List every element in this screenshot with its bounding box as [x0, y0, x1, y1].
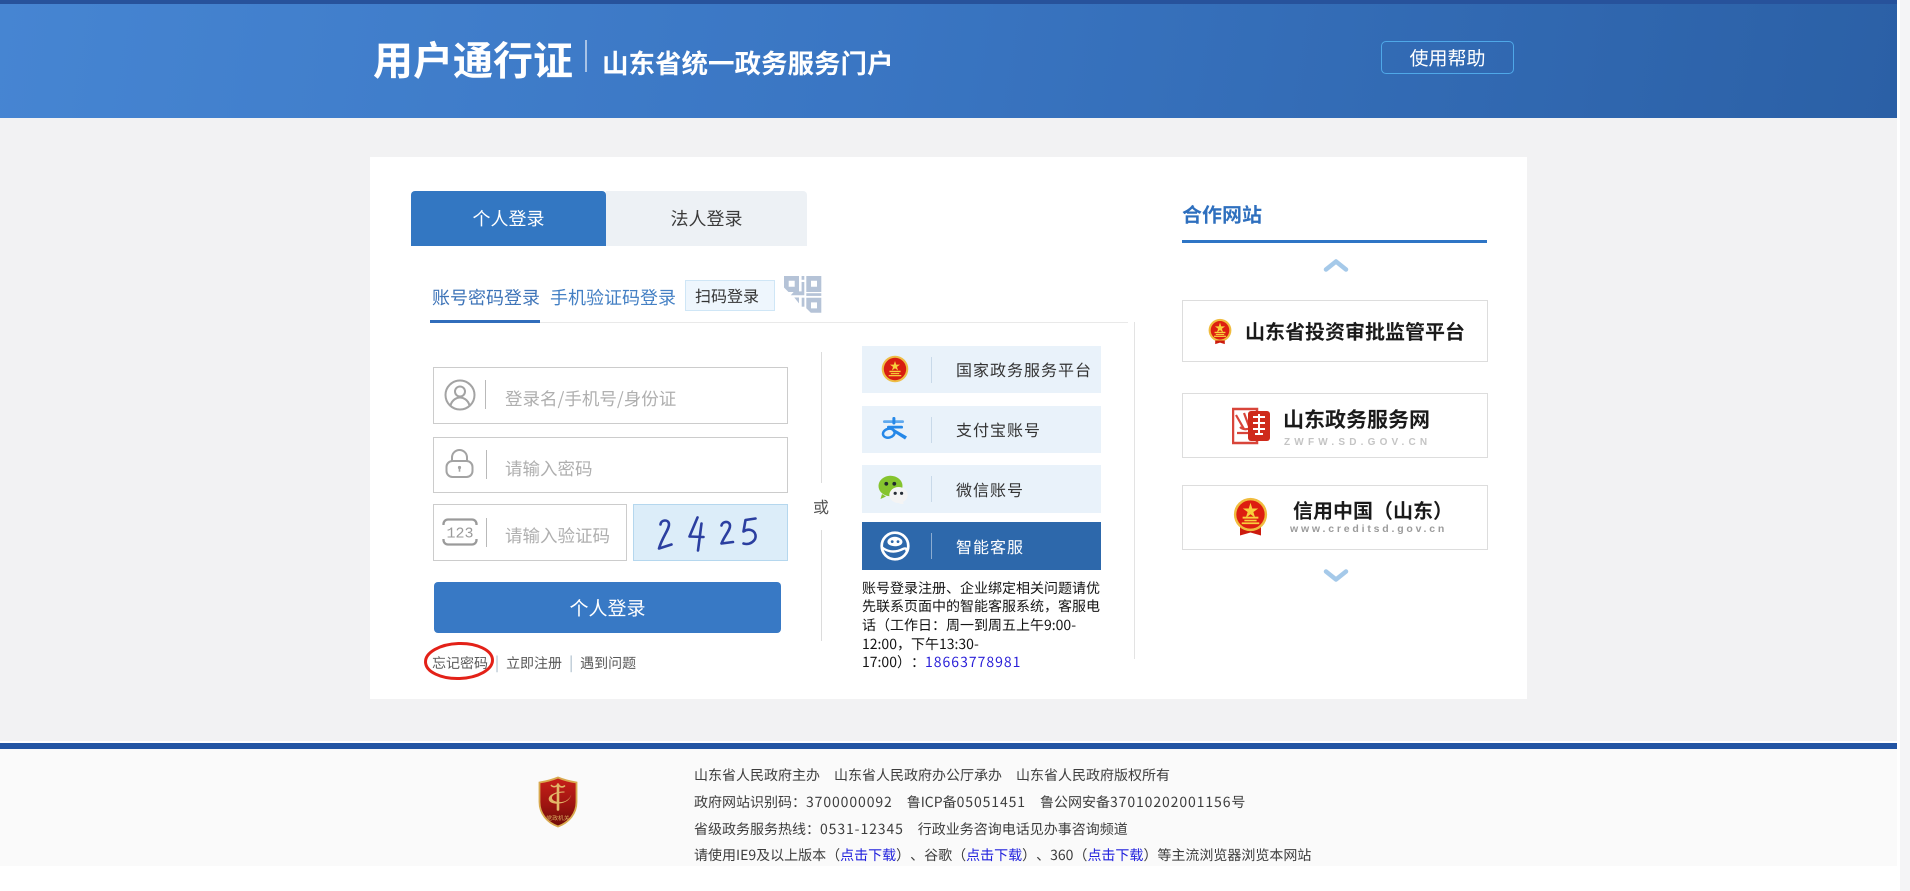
svg-text:123: 123	[446, 526, 473, 543]
svg-text:党政机关: 党政机关	[546, 813, 569, 822]
